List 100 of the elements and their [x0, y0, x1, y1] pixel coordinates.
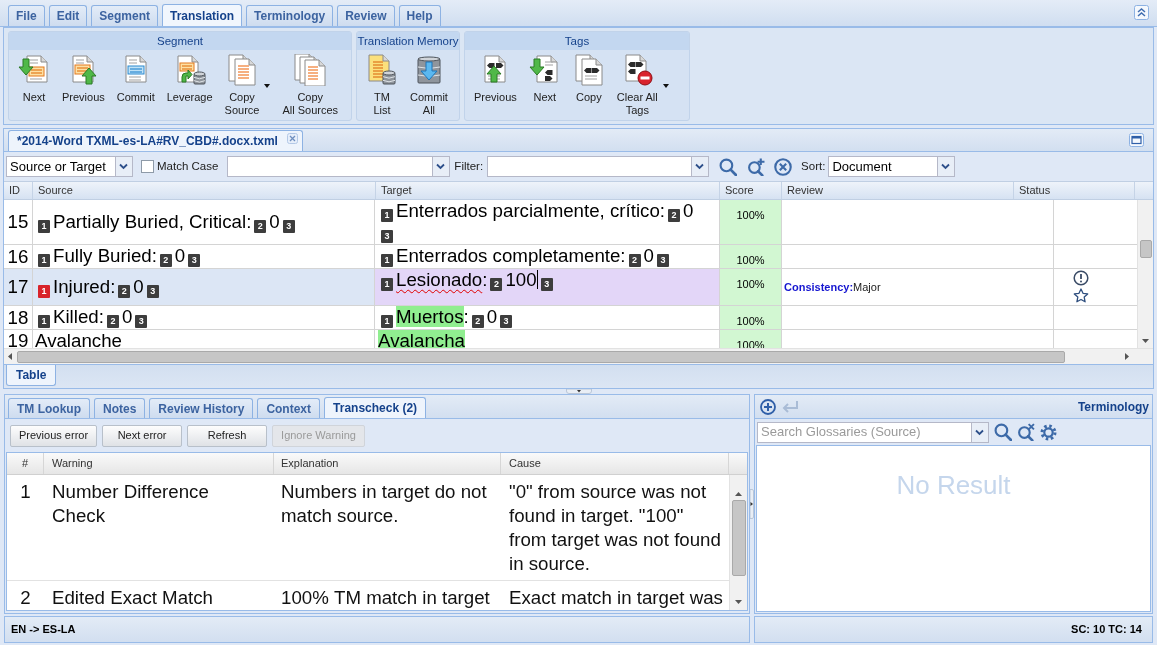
- panel-tab[interactable]: Context: [257, 398, 321, 418]
- language-pair: EN -> ES-LA: [11, 622, 76, 638]
- ribbon-button[interactable]: Commit All: [405, 54, 453, 118]
- panel-tab[interactable]: Review History: [149, 398, 254, 418]
- menu-tab[interactable]: Segment: [91, 5, 159, 26]
- document-tab[interactable]: *2014-Word TXML-es-LA#RV_CBD#.docx.txml: [8, 130, 303, 151]
- segment-text: Enterrados completamente:: [396, 245, 626, 266]
- inline-tag: 3: [540, 278, 553, 291]
- menu-tab[interactable]: Translation: [162, 4, 243, 26]
- segment-text: 0: [683, 200, 694, 221]
- chevron-down-icon[interactable]: [115, 157, 132, 176]
- collapse-handle-icon[interactable]: [750, 489, 754, 519]
- search-plus-icon[interactable]: [747, 157, 766, 176]
- panel-tab[interactable]: Notes: [94, 398, 146, 418]
- filter-field[interactable]: [487, 156, 710, 177]
- column-header[interactable]: Explanation: [274, 453, 501, 474]
- menu-tab[interactable]: Edit: [48, 5, 88, 26]
- horizontal-scrollbar[interactable]: [4, 348, 1153, 364]
- column-header[interactable]: Status: [1014, 182, 1135, 199]
- search-field[interactable]: [227, 156, 451, 177]
- panel-tab[interactable]: TM Lookup: [8, 398, 90, 418]
- add-circle-icon[interactable]: [760, 398, 776, 415]
- scroll-left-arrow-icon[interactable]: [8, 353, 12, 360]
- inline-tag: 1: [38, 315, 50, 328]
- vertical-scrollbar[interactable]: [1137, 200, 1153, 348]
- search-clear-icon[interactable]: [1017, 423, 1035, 441]
- text-cursor: [536, 270, 538, 289]
- ribbon-button[interactable]: Commit: [111, 54, 160, 118]
- segment-text: 0: [133, 275, 144, 297]
- menu-tab[interactable]: Review: [337, 5, 395, 26]
- inline-tag: 2: [118, 284, 131, 298]
- vertical-scrollbar[interactable]: [729, 475, 747, 610]
- column-header[interactable]: Score: [720, 182, 782, 199]
- scope-dropdown[interactable]: Source or Target: [6, 156, 133, 177]
- segment-row[interactable]: 17 1 Injured: 2 0 3 1 Lesionado: 2 100 3 100% Consistency:Major: [4, 269, 1137, 306]
- ribbon-button[interactable]: Previous: [57, 54, 110, 118]
- toolbar-button[interactable]: Next error: [102, 424, 183, 447]
- menu-tab[interactable]: Terminology: [246, 5, 334, 26]
- ribbon-button[interactable]: TM List: [361, 54, 403, 118]
- view-tab[interactable]: Table: [6, 365, 57, 386]
- ribbon-button[interactable]: Leverage: [161, 54, 218, 118]
- ribbon-button[interactable]: Copy All Sources: [277, 54, 344, 118]
- segment-text: :: [463, 306, 469, 327]
- glossary-search-field[interactable]: Search Glossaries (Source): [757, 421, 989, 443]
- chevron-down-icon[interactable]: [432, 157, 450, 176]
- menu-tab[interactable]: Help: [398, 5, 441, 26]
- scroll-down-arrow-icon[interactable]: [1142, 339, 1149, 343]
- segment-counts: SC: 10 TC: 14: [1071, 622, 1142, 638]
- column-header[interactable]: Source: [33, 182, 376, 199]
- scroll-right-arrow-icon[interactable]: [1125, 353, 1129, 360]
- chevron-down-icon[interactable]: [971, 422, 988, 442]
- review-severity: Major: [853, 279, 881, 295]
- ribbon-button[interactable]: Clear All Tags: [611, 54, 674, 118]
- sort-dropdown[interactable]: Document: [828, 156, 956, 177]
- toolbar-button[interactable]: Refresh: [187, 424, 268, 447]
- column-header[interactable]: ID: [4, 182, 33, 199]
- scroll-up-arrow-icon[interactable]: [735, 492, 742, 496]
- column-header[interactable]: #: [7, 453, 44, 474]
- scrollbar-thumb[interactable]: [1139, 240, 1152, 258]
- segment-row[interactable]: 16 1 Fully Buried: 2 0 3 1 Enterrados completamente: 2 0 3 100%: [4, 245, 1137, 269]
- settings-icon[interactable]: [1040, 423, 1057, 441]
- close-icon[interactable]: [286, 133, 298, 144]
- column-header[interactable]: Target: [376, 182, 720, 199]
- column-header[interactable]: Warning: [44, 453, 274, 474]
- caret-down-icon[interactable]: [264, 84, 271, 88]
- chevron-down-icon[interactable]: [691, 157, 709, 176]
- search-icon[interactable]: [994, 423, 1012, 441]
- panel-tab[interactable]: Transcheck (2): [324, 397, 427, 418]
- review-category: Consistency:: [784, 279, 854, 295]
- chevron-down-icon[interactable]: [937, 157, 955, 176]
- list-database-icon: [366, 54, 398, 86]
- ribbon-button[interactable]: Copy: [567, 54, 610, 118]
- inline-tag: 1: [38, 254, 50, 267]
- editing-cell[interactable]: 1 Lesionado: 2 100 3: [375, 269, 720, 305]
- row-number: 1: [19, 480, 32, 504]
- segment-row[interactable]: 15 1 Partially Buried, Critical: 2 0 3 1 Enterrados parcialmente, crítico: 2 0 3 100%: [4, 200, 1137, 245]
- checkbox[interactable]: [141, 160, 154, 173]
- segment-text: 0: [174, 245, 186, 266]
- search-icon[interactable]: [719, 157, 738, 176]
- segment-text: Injured:: [53, 275, 116, 297]
- scrollbar-thumb[interactable]: [17, 350, 1065, 363]
- scrollbar-thumb[interactable]: [731, 500, 746, 576]
- segment-row[interactable]: 18 1 Killed: 2 0 3 1 Muertos: 2 0 3 100%: [4, 306, 1137, 330]
- ribbon-button[interactable]: Next: [523, 54, 566, 118]
- menu-tab[interactable]: File: [8, 5, 45, 26]
- inline-tag: 1: [38, 219, 50, 233]
- ribbon-button[interactable]: Next: [13, 54, 55, 118]
- double-chevron-up-icon[interactable]: [1134, 5, 1149, 20]
- column-header[interactable]: Review: [782, 182, 1014, 199]
- scroll-down-arrow-icon[interactable]: [735, 600, 742, 604]
- clear-circle-icon[interactable]: [774, 157, 793, 176]
- collapse-handle-icon[interactable]: [565, 389, 592, 394]
- maximize-icon[interactable]: [1129, 133, 1144, 147]
- ribbon-button[interactable]: Previous: [469, 54, 522, 118]
- document-down-arrow-icon: [18, 54, 50, 86]
- toolbar-button[interactable]: Previous error: [10, 424, 98, 447]
- caret-down-icon[interactable]: [662, 84, 669, 88]
- column-header[interactable]: Cause: [501, 453, 729, 474]
- ribbon-button[interactable]: Copy Source: [219, 54, 276, 118]
- warning-explanation: Numbers in target do not match source.: [280, 480, 488, 528]
